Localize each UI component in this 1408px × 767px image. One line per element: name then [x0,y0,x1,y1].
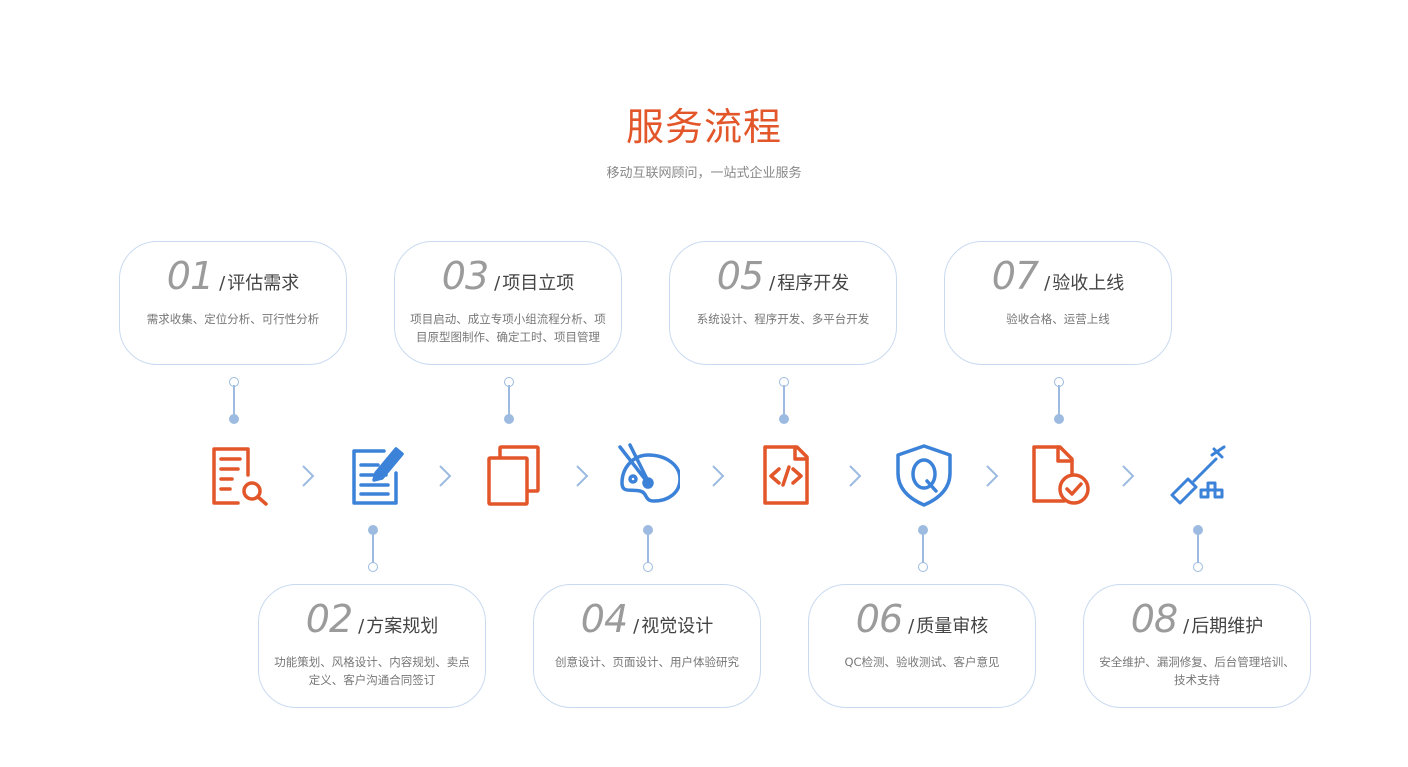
step-title: 程序开发 [777,273,850,294]
step-card-04: 04/视觉设计 创意设计、页面设计、用户体验研究 [533,584,761,708]
step-card-01: 01/评估需求 需求收集、定位分析、可行性分析 [119,241,347,365]
step-number: 08 [1130,597,1178,641]
page-subtitle: 移动互联网顾问，一站式企业服务 [606,166,802,181]
connector-01 [228,377,240,424]
step-number: 05 [716,254,764,298]
connector-08 [1192,525,1204,572]
step-number: 04 [580,597,628,641]
step-card-02: 02/方案规划 功能策划、风格设计、内容规划、卖点定义、客户沟通合同签订 [258,584,486,708]
connector-05 [778,377,790,424]
step-description: 验收合格、运营上线 [1006,312,1110,326]
step-title: 验收上线 [1052,273,1125,294]
connector-07 [1053,377,1065,424]
step-description: 功能策划、风格设计、内容规划、卖点定义、客户沟通合同签订 [274,655,470,687]
step-title: 评估需求 [227,273,300,294]
step-separator: / [1183,616,1190,637]
step-number: 02 [305,597,353,641]
file-check-icon [1030,443,1094,507]
step-title: 项目立项 [502,273,575,294]
document-search-icon [208,443,272,507]
connector-03 [503,377,515,424]
step-description: 安全维护、漏洞修复、后台管理培训、技术支持 [1099,655,1295,687]
shield-q-icon [892,443,956,507]
chevron-right-icon [300,463,316,489]
chevron-right-icon [1120,463,1136,489]
step-description: 系统设计、程序开发、多平台开发 [696,312,870,326]
chevron-right-icon [710,463,726,489]
palette-icon [616,443,682,507]
copy-pages-icon [482,443,546,507]
chevron-right-icon [574,463,590,489]
step-separator: / [219,273,226,294]
step-number: 03 [441,254,489,298]
step-title: 后期维护 [1191,616,1264,637]
step-description: 需求收集、定位分析、可行性分析 [146,312,320,326]
step-separator: / [494,273,501,294]
connector-02 [367,525,379,572]
step-title: 方案规划 [366,616,439,637]
chevron-right-icon [437,463,453,489]
step-separator: / [633,616,640,637]
step-number: 01 [166,254,214,298]
page-title: 服务流程 [625,105,782,149]
code-file-icon [757,443,821,507]
step-number: 06 [855,597,903,641]
step-card-07: 07/验收上线 验收合格、运营上线 [944,241,1172,365]
step-separator: / [1044,273,1051,294]
step-description: QC检测、验收测试、客户意见 [844,655,1000,669]
step-separator: / [358,616,365,637]
step-card-03: 03/项目立项 项目启动、成立专项小组流程分析、项目原型图制作、确定工时、项目管… [394,241,622,365]
step-separator: / [908,616,915,637]
step-title: 视觉设计 [641,616,714,637]
step-description: 项目启动、成立专项小组流程分析、项目原型图制作、确定工时、项目管理 [410,312,606,344]
chevron-right-icon [984,463,1000,489]
step-number: 07 [991,254,1039,298]
screwdriver-icon [1166,443,1230,507]
edit-document-icon [346,443,410,507]
connector-06 [917,525,929,572]
connector-04 [642,525,654,572]
step-description: 创意设计、页面设计、用户体验研究 [555,655,739,669]
step-separator: / [769,273,776,294]
chevron-right-icon [847,463,863,489]
step-card-08: 08/后期维护 安全维护、漏洞修复、后台管理培训、技术支持 [1083,584,1311,708]
step-card-06: 06/质量审核 QC检测、验收测试、客户意见 [808,584,1036,708]
step-card-05: 05/程序开发 系统设计、程序开发、多平台开发 [669,241,897,365]
step-title: 质量审核 [916,616,989,637]
